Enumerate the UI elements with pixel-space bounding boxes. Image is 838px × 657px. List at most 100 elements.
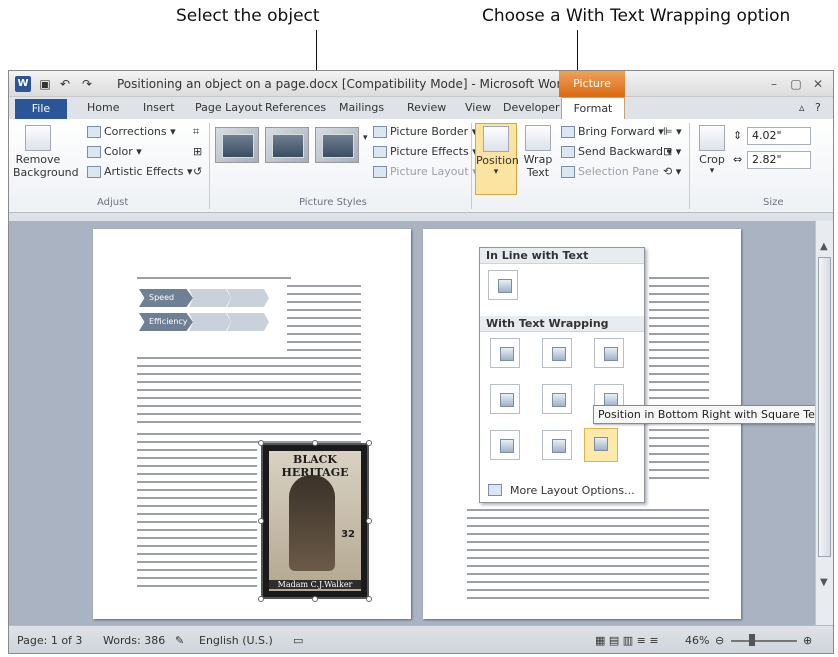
view-buttons-icon[interactable]: ▦ ▤ ▥ ≡ ≡ xyxy=(595,634,659,647)
zoom-level[interactable]: 46% xyxy=(685,634,709,647)
zoom-slider[interactable] xyxy=(731,640,797,642)
maximize-icon[interactable]: ▢ xyxy=(785,75,807,93)
styles-more-icon[interactable]: ▾ xyxy=(363,133,368,143)
picture-styles-group-label: Picture Styles xyxy=(299,197,367,208)
tab-insert[interactable]: Insert xyxy=(143,101,175,114)
wrap-text-label-1: Wrap xyxy=(523,153,553,166)
remove-background-label-2: Background xyxy=(13,166,79,179)
vertical-scrollbar[interactable]: ▲ ▼ xyxy=(815,221,833,625)
proofing-icon[interactable]: ✎ xyxy=(175,634,184,647)
smartart-step-5[interactable] xyxy=(189,313,231,331)
position-inline-option[interactable] xyxy=(488,270,518,300)
more-layout-options-label: More Layout Options... xyxy=(510,484,635,497)
position-middle-center-option[interactable] xyxy=(542,384,572,414)
resize-handle[interactable] xyxy=(366,440,372,446)
picture-style-3[interactable] xyxy=(315,127,359,163)
shape-height-input[interactable]: 4.02" xyxy=(747,127,811,145)
color-icon xyxy=(87,146,101,158)
selected-picture-stamp[interactable]: BLACK HERITAGE 32 Madam C.J.Walker xyxy=(261,443,369,599)
title-bar: W ▣ ↶ ↷ Positioning an object on a page.… xyxy=(9,71,833,116)
save-icon[interactable]: ▣ xyxy=(37,76,53,92)
scroll-down-arrow-icon[interactable]: ▼ xyxy=(820,577,828,588)
change-picture-icon[interactable]: ⊞ xyxy=(193,145,202,158)
tab-page-layout[interactable]: Page Layout xyxy=(195,101,263,114)
redo-icon[interactable]: ↷ xyxy=(79,76,95,92)
help-icon[interactable]: ? xyxy=(815,101,821,114)
bring-forward-icon xyxy=(561,126,575,138)
picture-style-1[interactable] xyxy=(215,127,259,163)
page-count[interactable]: Page: 1 of 3 xyxy=(17,634,82,647)
rotate-icon[interactable]: ⟲ ▾ xyxy=(663,165,681,178)
resize-handle[interactable] xyxy=(366,596,372,602)
undo-icon[interactable]: ↶ xyxy=(57,76,73,92)
word-count[interactable]: Words: 386 xyxy=(103,634,165,647)
zoom-out-icon[interactable]: ⊖ xyxy=(715,634,724,647)
zoom-in-icon[interactable]: ⊕ xyxy=(803,634,812,647)
picture-layout-label: Picture Layout xyxy=(390,165,469,178)
language-indicator[interactable]: English (U.S.) xyxy=(199,634,273,647)
smartart-step-3[interactable] xyxy=(227,289,269,307)
wrap-text-button[interactable]: Wrap Text xyxy=(519,123,557,195)
smartart-efficiency[interactable]: Efficiency xyxy=(139,313,193,331)
zoom-slider-thumb[interactable] xyxy=(749,634,755,646)
tab-developer[interactable]: Developer xyxy=(503,101,560,114)
ribbon-minimize-icon[interactable]: ▵ xyxy=(799,101,805,114)
resize-handle[interactable] xyxy=(312,440,318,446)
layout-options-icon xyxy=(488,484,502,496)
tab-format[interactable]: Format xyxy=(561,97,625,119)
crop-icon xyxy=(699,125,725,151)
scroll-thumb[interactable] xyxy=(818,257,831,557)
compress-pictures-icon[interactable]: ⌗ xyxy=(193,125,199,139)
smartart-step-2[interactable] xyxy=(189,289,231,307)
smartart-step-6[interactable] xyxy=(227,313,269,331)
selection-pane-button[interactable]: Selection Pane xyxy=(561,165,659,178)
position-middle-left-option[interactable] xyxy=(490,384,520,414)
position-top-left-option[interactable] xyxy=(490,338,520,368)
shape-width-input[interactable]: 2.82" xyxy=(747,151,811,169)
reset-picture-icon[interactable]: ↺ xyxy=(193,165,202,178)
resize-handle[interactable] xyxy=(258,596,264,602)
ruler xyxy=(9,213,833,221)
picture-layout-button[interactable]: Picture Layout ▾ xyxy=(373,165,478,178)
crop-button[interactable]: Crop ▾ xyxy=(693,123,731,195)
resize-handle[interactable] xyxy=(258,440,264,446)
send-backward-button[interactable]: Send Backward ▾ xyxy=(561,145,672,158)
tab-home[interactable]: Home xyxy=(87,101,119,114)
smartart-speed[interactable]: Speed xyxy=(139,289,193,307)
position-bottom-center-option[interactable] xyxy=(542,430,572,460)
more-layout-options[interactable]: More Layout Options... xyxy=(480,480,644,502)
selection-pane-icon xyxy=(561,166,575,178)
artistic-effects-button[interactable]: Artistic Effects ▾ xyxy=(87,165,192,178)
picture-effects-button[interactable]: Picture Effects ▾ xyxy=(373,145,478,158)
resize-handle[interactable] xyxy=(312,596,318,602)
group-separator xyxy=(471,123,472,209)
position-top-right-option[interactable] xyxy=(594,338,624,368)
resize-handle[interactable] xyxy=(258,518,264,524)
position-bottom-left-option[interactable] xyxy=(490,430,520,460)
word-logo-icon[interactable]: W xyxy=(15,76,31,92)
stamp-portrait xyxy=(289,475,335,571)
macro-record-icon[interactable]: ▭ xyxy=(293,634,303,647)
tab-view[interactable]: View xyxy=(465,101,491,114)
corrections-button[interactable]: Corrections ▾ xyxy=(87,125,176,138)
resize-handle[interactable] xyxy=(366,518,372,524)
position-button[interactable]: Position ▾ xyxy=(475,123,519,195)
picture-border-button[interactable]: Picture Border ▾ xyxy=(373,125,477,138)
close-icon[interactable]: ✕ xyxy=(807,75,829,93)
picture-style-2[interactable] xyxy=(265,127,309,163)
corrections-label: Corrections xyxy=(104,125,167,138)
tab-review[interactable]: Review xyxy=(407,101,446,114)
position-bottom-right-option[interactable] xyxy=(584,428,618,462)
remove-background-button[interactable]: Remove Background xyxy=(13,123,79,195)
tab-references[interactable]: References xyxy=(265,101,326,114)
corrections-icon xyxy=(87,126,101,138)
minimize-icon[interactable]: – xyxy=(763,75,785,93)
align-icon[interactable]: ⊫ ▾ xyxy=(663,125,682,138)
position-top-center-option[interactable] xyxy=(542,338,572,368)
tab-mailings[interactable]: Mailings xyxy=(339,101,384,114)
color-button[interactable]: Color ▾ xyxy=(87,145,142,158)
tab-file[interactable]: File xyxy=(15,99,67,119)
bring-forward-button[interactable]: Bring Forward ▾ xyxy=(561,125,664,138)
scroll-up-arrow-icon[interactable]: ▲ xyxy=(820,241,828,252)
group-icon[interactable]: ⊡ ▾ xyxy=(663,145,681,158)
